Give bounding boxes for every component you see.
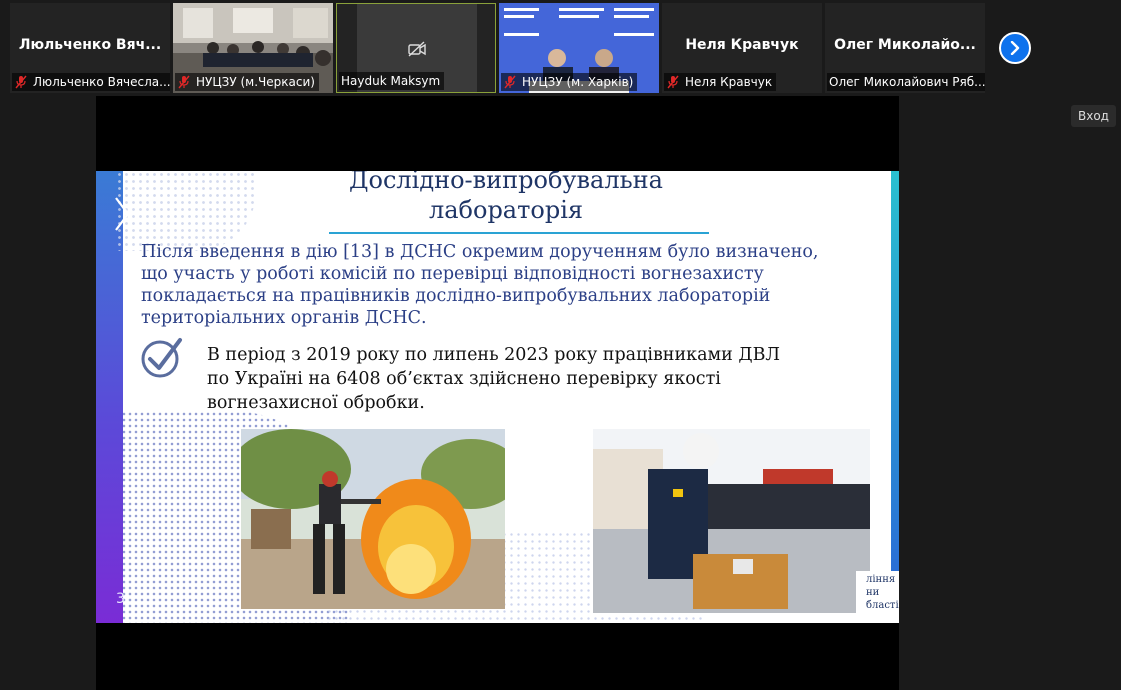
logo-text-line: ни <box>866 587 880 598</box>
decorative-dots <box>116 171 256 251</box>
participant-tile[interactable]: Люльченко Вяч... Люльченко Вячесла... <box>10 3 170 93</box>
participant-name: Олег Миколайович Ряб... <box>829 75 985 89</box>
participant-name: Hayduk Maksym <box>341 74 441 88</box>
participant-strip: Люльченко Вяч... Люльченко Вячесла... НУ… <box>0 0 1121 96</box>
slide-paragraph: Після введення в дію [13] в ДСНС окремим… <box>141 242 819 328</box>
participant-name: НУЦЗУ (м.Черкаси) <box>196 75 315 89</box>
participant-caption: НУЦЗУ (м.Черкаси) <box>175 73 319 91</box>
participant-tile[interactable]: НУЦЗУ (м.Черкаси) <box>173 3 333 93</box>
participant-tile[interactable]: Неля Кравчук Неля Кравчук <box>662 3 822 93</box>
participant-name: Люльченко Вячесла... <box>33 75 170 89</box>
camera-off-icon <box>408 41 426 57</box>
firefighter-demo-photo <box>593 429 870 613</box>
chevron-decoration-icon <box>115 197 130 231</box>
slide-page-number: 3 <box>116 591 125 607</box>
checkmark-icon <box>141 338 182 378</box>
slide-title: Дослідно-випробувальна лабораторія <box>316 171 696 225</box>
participant-tile[interactable]: НУЦЗУ (м. Харків) <box>499 3 659 93</box>
vhod-tooltip[interactable]: Вход <box>1071 105 1116 127</box>
participant-caption: Люльченко Вячесла... <box>12 73 170 91</box>
logo-text-line: ління <box>866 574 896 585</box>
shared-screen: Дослідно-випробувальна лабораторія Після… <box>96 96 899 690</box>
participant-display-name: Олег Миколайо... <box>834 37 976 53</box>
slide-right-bar <box>891 171 899 571</box>
logo-text: ління ни бласті <box>866 573 899 612</box>
title-underline <box>329 232 709 234</box>
participant-display-name: Неля Кравчук <box>685 37 799 53</box>
participant-caption: НУЦЗУ (м. Харків) <box>501 73 638 91</box>
participant-tile-active[interactable]: Hayduk Maksym <box>336 3 496 93</box>
next-page-button[interactable] <box>999 32 1031 64</box>
chevron-right-icon <box>1010 41 1020 55</box>
muted-mic-icon <box>178 75 190 89</box>
participant-caption: Hayduk Maksym <box>339 72 445 90</box>
participant-name: НУЦЗУ (м. Харків) <box>522 75 634 89</box>
fire-test-photo <box>241 429 505 609</box>
muted-mic-icon <box>15 75 27 89</box>
participant-caption: Неля Кравчук <box>664 73 777 91</box>
slide-bullet: В період з 2019 року по липень 2023 року… <box>207 345 781 413</box>
presentation-slide: Дослідно-випробувальна лабораторія Після… <box>96 171 899 623</box>
slide-title-line: лабораторія <box>428 196 584 224</box>
participant-tile[interactable]: Олег Миколайо... Олег Миколайович Ряб... <box>825 3 985 93</box>
muted-mic-icon <box>667 75 679 89</box>
slide-title-line: Дослідно-випробувальна <box>349 171 663 194</box>
participant-caption: Олег Миколайович Ряб... <box>827 73 985 91</box>
participant-display-name: Люльченко Вяч... <box>18 37 162 53</box>
logo-text-line: бласті <box>866 600 899 611</box>
muted-mic-icon <box>504 75 516 89</box>
participant-name: Неля Кравчук <box>685 75 773 89</box>
